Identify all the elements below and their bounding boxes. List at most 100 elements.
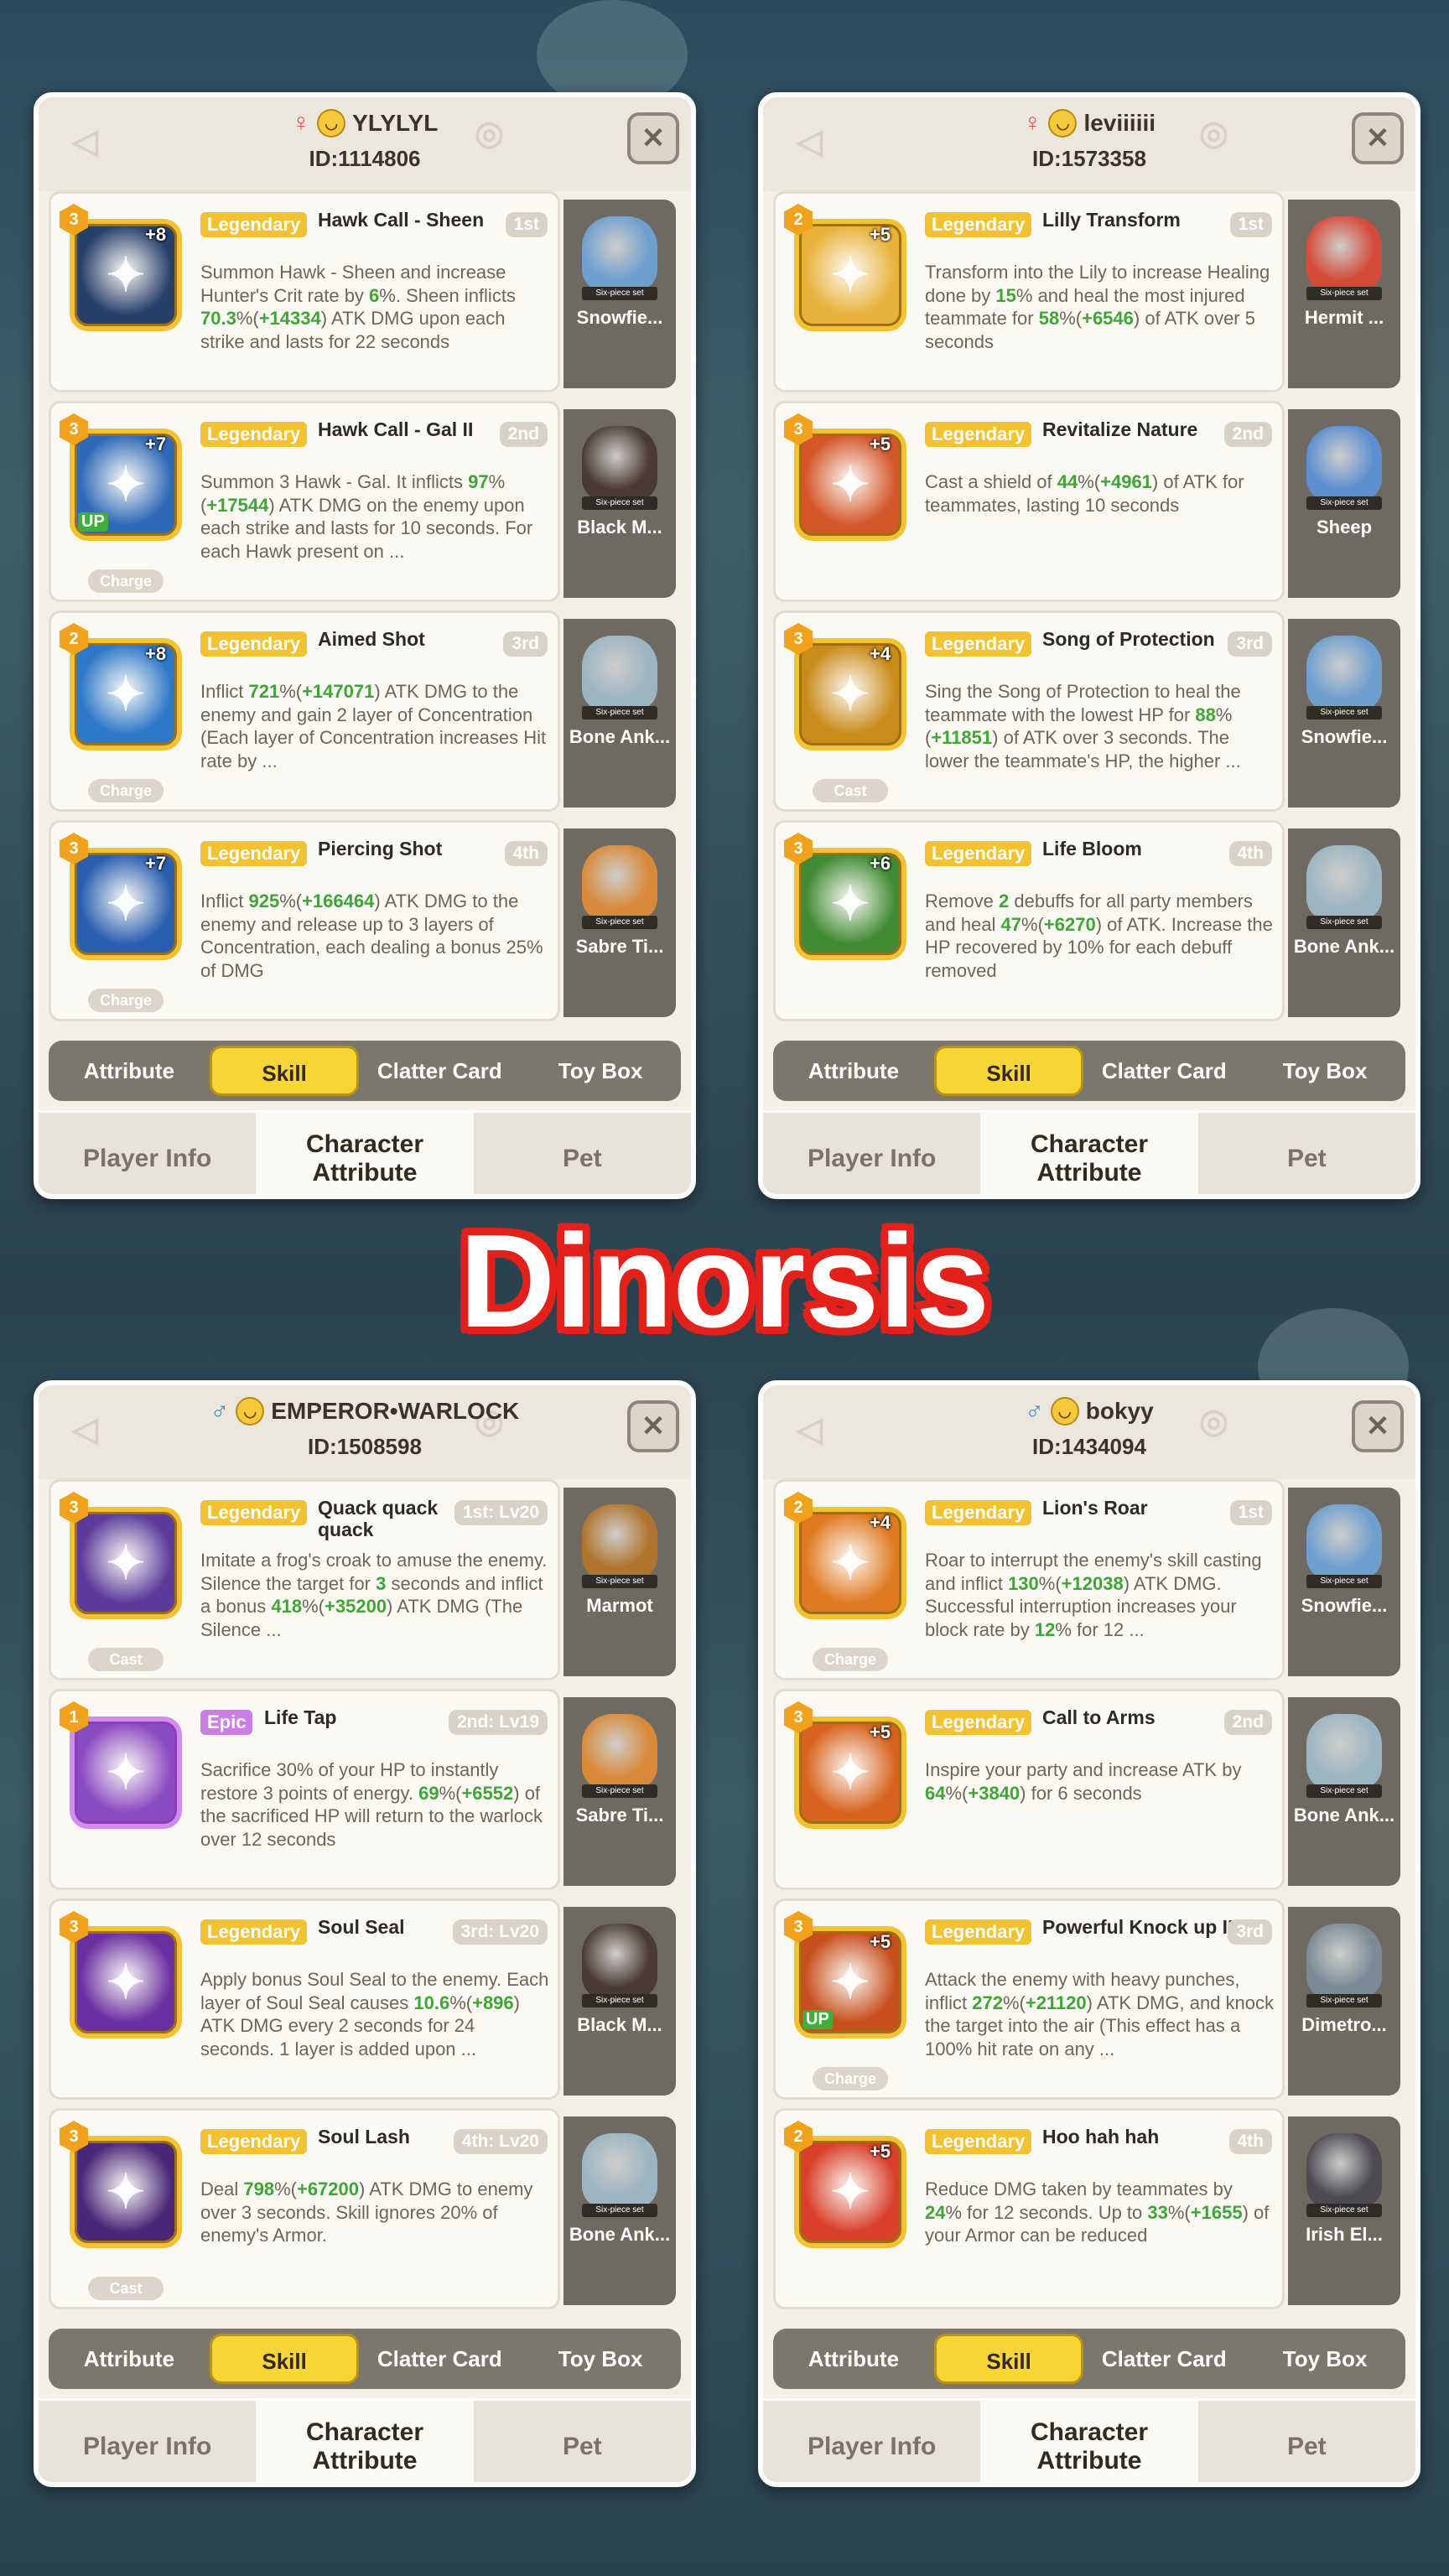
close-button[interactable]: ✕ xyxy=(627,112,679,164)
emote-icon: ◡ xyxy=(236,1397,265,1426)
skill-card[interactable]: ✦ 2 +8 Charge Legendary Aimed Shot 3rd Inflict … xyxy=(49,610,560,812)
skill-icon[interactable]: ✦ xyxy=(70,1926,182,2038)
close-button[interactable]: ✕ xyxy=(1352,112,1404,164)
pet-slot[interactable]: Six-piece set Sabre Ti... xyxy=(564,828,676,1017)
skill-card[interactable]: ✦ 3 Legendary Soul Seal 3rd: Lv20 Apply bonus… xyxy=(49,1898,560,2100)
skill-icon[interactable]: ✦ xyxy=(70,1716,182,1829)
pet-name: Bone Ank... xyxy=(569,2224,671,2245)
tab-character-attribute[interactable]: Character Attribute xyxy=(980,1113,1198,1194)
pet-set-label: Six-piece set xyxy=(582,1994,657,2007)
skill-card[interactable]: ✦ 3 Cast Legendary Soul Lash 4th: Lv20 Deal 79… xyxy=(49,2108,560,2309)
tab-player-info[interactable]: Player Info xyxy=(763,2401,980,2482)
tab-skill[interactable]: Skill xyxy=(209,2334,360,2384)
tab-attribute[interactable]: Attribute xyxy=(49,1046,210,1096)
tab-clatter-card[interactable]: Clatter Card xyxy=(359,1046,520,1096)
skill-description: Summon 3 Hawk - Gal. It inflicts 97%(+17… xyxy=(200,471,533,562)
skill-name: Lilly Transform xyxy=(1042,209,1181,231)
pet-slot[interactable]: Six-piece set Sabre Ti... xyxy=(564,1697,676,1886)
pet-slot[interactable]: Six-piece set Hermit ... xyxy=(1288,200,1400,388)
skill-card[interactable]: ✦ 3 Cast Legendary Quack quack quack 1st: Lv2… xyxy=(49,1479,560,1680)
skill-card[interactable]: ✦ 2 +5 Legendary Hoo hah hah 4th Reduce DMG ta… xyxy=(773,2108,1285,2309)
tab-attribute[interactable]: Attribute xyxy=(773,2334,934,2384)
skill-slot-badge: 2nd xyxy=(1223,1710,1272,1735)
skill-card[interactable]: ✦ 3 +5 Legendary Call to Arms 2nd Inspire your… xyxy=(773,1689,1285,1890)
tab-character-attribute[interactable]: Character Attribute xyxy=(256,2401,474,2482)
skill-card[interactable]: ✦ 3 +6 Legendary Life Bloom 4th Remove 2 debuf… xyxy=(773,820,1285,1021)
skill-card[interactable]: ✦ 3 +5 Legendary Revitalize Nature 2nd Cast a … xyxy=(773,401,1285,602)
pet-slot[interactable]: Six-piece set Snowfie... xyxy=(1288,1488,1400,1676)
skill-icon[interactable]: ✦ xyxy=(70,1507,182,1619)
player-panel: ◁ ◎ ♀ ◡ leviiiiii ID:1573358 ✕ ✦ 2 +5 Legendary Lil… xyxy=(758,92,1420,1199)
tab-toy-box[interactable]: Toy Box xyxy=(1244,1046,1405,1096)
skill-slot-badge: 3rd: Lv20 xyxy=(452,1919,548,1945)
skill-enhance-level: +5 xyxy=(870,2141,891,2162)
skill-icon[interactable]: ✦ xyxy=(70,2136,182,2248)
skill-type-chip: Charge xyxy=(88,569,164,593)
pet-slot[interactable]: Six-piece set Snowfie... xyxy=(1288,619,1400,808)
emote-icon: ◡ xyxy=(317,109,346,138)
close-button[interactable]: ✕ xyxy=(627,1400,679,1452)
main-tab-bar: Player Info Character Attribute Pet xyxy=(763,1110,1415,1194)
skill-card[interactable]: ✦ 3 +4 Cast Legendary Song of Protection 3rd Si… xyxy=(773,610,1285,812)
username-row: ♀ ◡ leviiiiii xyxy=(763,109,1415,138)
skill-slot-badge: 3rd xyxy=(1228,631,1272,657)
tab-skill[interactable]: Skill xyxy=(933,2334,1084,2384)
tab-clatter-card[interactable]: Clatter Card xyxy=(1083,2334,1244,2384)
pet-slot[interactable]: Six-piece set Snowfie... xyxy=(564,200,676,388)
pet-set-label: Six-piece set xyxy=(582,1784,657,1798)
pet-slot[interactable]: Six-piece set Black M... xyxy=(564,1907,676,2096)
skill-card[interactable]: ✦ 2 +4 Charge Legendary Lion's Roar 1st Roar to… xyxy=(773,1479,1285,1680)
tab-toy-box[interactable]: Toy Box xyxy=(520,1046,681,1096)
pet-slot[interactable]: Six-piece set Bone Ank... xyxy=(564,2116,676,2305)
tab-character-attribute[interactable]: Character Attribute xyxy=(980,2401,1198,2482)
pet-slot[interactable]: Six-piece set Bone Ank... xyxy=(564,619,676,808)
username: bokyy xyxy=(1085,1398,1154,1424)
gender-icon: ♀ xyxy=(291,109,311,137)
skill-list: ✦ 3 +8 Legendary Hawk Call - Sheen 1st Summon … xyxy=(49,191,681,1030)
pet-name: Bone Ank... xyxy=(569,726,671,747)
tab-attribute[interactable]: Attribute xyxy=(49,2334,210,2384)
pet-set-label: Six-piece set xyxy=(1306,496,1382,510)
pet-slot[interactable]: Six-piece set Bone Ank... xyxy=(1288,1697,1400,1886)
skill-card[interactable]: ✦ 3 +8 Legendary Hawk Call - Sheen 1st Summon … xyxy=(49,191,560,392)
tab-pet[interactable]: Pet xyxy=(1198,1113,1415,1194)
skill-card[interactable]: ✦ 3 +5 UP Charge Legendary Powerful Knock up I… xyxy=(773,1898,1285,2100)
skill-description: Inspire your party and increase ATK by 6… xyxy=(925,1759,1242,1804)
tab-toy-box[interactable]: Toy Box xyxy=(520,2334,681,2384)
emote-icon: ◡ xyxy=(1048,109,1078,138)
skill-card[interactable]: ✦ 1 Epic Life Tap 2nd: Lv19 Sacrifice 30% of … xyxy=(49,1689,560,1890)
gender-icon: ♀ xyxy=(1022,109,1042,137)
tab-toy-box[interactable]: Toy Box xyxy=(1244,2334,1405,2384)
skill-card[interactable]: ✦ 3 +7 UP Charge Legendary Hawk Call - Gal II 2… xyxy=(49,401,560,602)
close-button[interactable]: ✕ xyxy=(1352,1400,1404,1452)
tab-player-info[interactable]: Player Info xyxy=(39,2401,256,2482)
skill-slot-badge: 1st xyxy=(1229,212,1272,237)
pet-set-label: Six-piece set xyxy=(582,496,657,510)
pet-slot[interactable]: Six-piece set Sheep xyxy=(1288,409,1400,598)
skill-slot-badge: 2nd: Lv19 xyxy=(448,1710,548,1735)
tab-pet[interactable]: Pet xyxy=(1198,2401,1415,2482)
tab-pet[interactable]: Pet xyxy=(474,1113,691,1194)
pet-avatar xyxy=(1306,845,1382,921)
tab-clatter-card[interactable]: Clatter Card xyxy=(1083,1046,1244,1096)
tab-skill[interactable]: Skill xyxy=(209,1046,360,1096)
pet-slot[interactable]: Six-piece set Irish El... xyxy=(1288,2116,1400,2305)
skill-card[interactable]: ✦ 3 +7 Charge Legendary Piercing Shot 4th Infli… xyxy=(49,820,560,1021)
tab-player-info[interactable]: Player Info xyxy=(39,1113,256,1194)
pet-slot[interactable]: Six-piece set Bone Ank... xyxy=(1288,828,1400,1017)
gender-icon: ♂ xyxy=(210,1397,230,1425)
tab-player-info[interactable]: Player Info xyxy=(763,1113,980,1194)
tab-attribute[interactable]: Attribute xyxy=(773,1046,934,1096)
tab-character-attribute[interactable]: Character Attribute xyxy=(256,1113,474,1194)
sub-tab-bar: Attribute Skill Clatter Card Toy Box xyxy=(49,2329,681,2389)
pet-slot[interactable]: Six-piece set Black M... xyxy=(564,409,676,598)
tab-skill[interactable]: Skill xyxy=(933,1046,1084,1096)
pet-slot[interactable]: Six-piece set Dimetro... xyxy=(1288,1907,1400,2096)
tab-pet[interactable]: Pet xyxy=(474,2401,691,2482)
skill-type-chip: Charge xyxy=(813,2067,888,2090)
pet-slot[interactable]: Six-piece set Marmot xyxy=(564,1488,676,1676)
tab-clatter-card[interactable]: Clatter Card xyxy=(359,2334,520,2384)
skill-list: ✦ 3 Cast Legendary Quack quack quack 1st: Lv2… xyxy=(49,1479,681,2318)
pet-avatar xyxy=(1306,1714,1382,1789)
skill-card[interactable]: ✦ 2 +5 Legendary Lilly Transform 1st Transform… xyxy=(773,191,1285,392)
